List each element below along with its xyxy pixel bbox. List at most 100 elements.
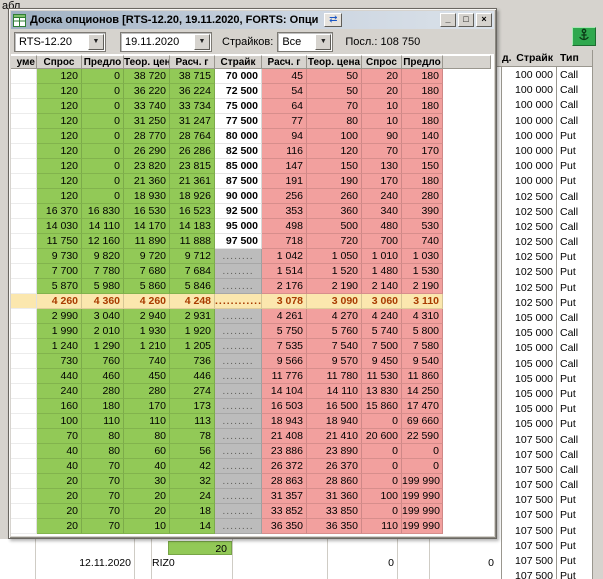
cell-ask[interactable]: 5 980 bbox=[82, 279, 124, 294]
cell-theo-price[interactable]: 450 bbox=[124, 369, 170, 384]
cell-strike[interactable]: 107 500 bbox=[497, 463, 553, 478]
strike-row[interactable]: 107 500 Call bbox=[497, 463, 592, 478]
cell-bid[interactable]: 120 bbox=[37, 129, 82, 144]
cell-strike[interactable]: 100 000 bbox=[497, 68, 553, 83]
cell-calc-price[interactable]: 24 bbox=[170, 489, 215, 504]
cell-calc-price[interactable]: 1 514 bbox=[262, 264, 307, 279]
cell-calc-price[interactable]: 14 bbox=[170, 519, 215, 534]
cell-ask[interactable]: 0 bbox=[82, 159, 124, 174]
cell-ask[interactable]: 140 bbox=[402, 129, 443, 144]
cell-bid[interactable]: 0 bbox=[362, 444, 402, 459]
cell-theo-price[interactable]: 7 680 bbox=[124, 264, 170, 279]
cell-strike[interactable]: 107 500 bbox=[497, 554, 553, 569]
cell-calc-price[interactable]: 31 247 bbox=[170, 114, 215, 129]
cell-option-type[interactable]: Call bbox=[560, 68, 578, 83]
cell-calc-price[interactable]: 45 bbox=[262, 69, 307, 84]
cell-calc-price[interactable]: 173 bbox=[170, 399, 215, 414]
cell-ask[interactable]: 80 bbox=[82, 444, 124, 459]
cell-theo-price[interactable]: 120 bbox=[307, 144, 362, 159]
cell-ask[interactable]: 180 bbox=[402, 69, 443, 84]
cell-calc-price[interactable]: 94 bbox=[262, 129, 307, 144]
cell-name[interactable] bbox=[11, 519, 37, 534]
cell-theo-price[interactable]: 14 170 bbox=[124, 219, 170, 234]
cell-ask[interactable]: 0 bbox=[82, 99, 124, 114]
strike-row[interactable]: 105 000 Put bbox=[497, 372, 592, 387]
cell-ask[interactable]: 9 540 bbox=[402, 354, 443, 369]
cell-calc-price[interactable]: 56 bbox=[170, 444, 215, 459]
cell-ask[interactable]: 7 580 bbox=[402, 339, 443, 354]
option-row[interactable]: 120 0 18 930 18 926 90 000 256 260 240 280 bbox=[11, 189, 491, 204]
cell-calc-price[interactable]: 18 bbox=[170, 504, 215, 519]
cell-strike[interactable]: 97 500 bbox=[215, 234, 262, 249]
cell-strike[interactable]: 107 500 bbox=[497, 433, 553, 448]
cell-theo-price[interactable]: 23 820 bbox=[124, 159, 170, 174]
cell-option-type[interactable]: Put bbox=[560, 174, 576, 189]
cell-option-type[interactable]: Call bbox=[560, 448, 578, 463]
cell-bid[interactable]: 120 bbox=[37, 159, 82, 174]
cell-theo-price[interactable]: 5 860 bbox=[124, 279, 170, 294]
cell-calc-price[interactable]: 18 926 bbox=[170, 189, 215, 204]
cell-theo-price[interactable]: 36 220 bbox=[124, 84, 170, 99]
cell-ask[interactable]: 0 bbox=[82, 144, 124, 159]
strike-row[interactable]: 105 000 Call bbox=[497, 326, 592, 341]
cell-strike[interactable]: 100 000 bbox=[497, 159, 553, 174]
cell-calc-price[interactable]: 353 bbox=[262, 204, 307, 219]
strike-row[interactable]: 105 000 Put bbox=[497, 402, 592, 417]
cell-calc-price[interactable]: 31 357 bbox=[262, 489, 307, 504]
instrument-select[interactable]: RTS-12.20 ▼ bbox=[14, 32, 106, 52]
cell-bid[interactable]: 0 bbox=[362, 459, 402, 474]
cell-theo-price[interactable]: 28 860 bbox=[307, 474, 362, 489]
strike-row[interactable]: 107 500 Call bbox=[497, 448, 592, 463]
cell-bid[interactable]: 120 bbox=[37, 114, 82, 129]
cell-bid[interactable]: 40 bbox=[37, 444, 82, 459]
cell-strike[interactable]: 102 500 bbox=[497, 265, 553, 280]
option-row[interactable]: 240 280 280 274........ 14 104 14 110 13 830 14… bbox=[11, 384, 491, 399]
cell-calc-price[interactable]: 11 776 bbox=[262, 369, 307, 384]
strike-row[interactable]: 102 500 Call bbox=[497, 205, 592, 220]
option-row[interactable]: 5 870 5 980 5 860 5 846........ 2 176 2 190 2 … bbox=[11, 279, 491, 294]
cell-strike[interactable]: 107 500 bbox=[497, 508, 553, 523]
cell-ask[interactable]: 110 bbox=[82, 414, 124, 429]
cell-ask[interactable]: 0 bbox=[82, 129, 124, 144]
cell-theo-price[interactable]: 23 890 bbox=[307, 444, 362, 459]
option-row[interactable]: 120 0 23 820 23 815 85 000 147 150 130 150 bbox=[11, 159, 491, 174]
cell-ask[interactable]: 180 bbox=[402, 99, 443, 114]
cell-name[interactable] bbox=[11, 249, 37, 264]
cell-strike[interactable]: 100 000 bbox=[497, 174, 553, 189]
cell-strike[interactable]: 87 500 bbox=[215, 174, 262, 189]
cell-name[interactable] bbox=[11, 189, 37, 204]
cell-ask[interactable]: 14 250 bbox=[402, 384, 443, 399]
cell-option-type[interactable]: Call bbox=[560, 235, 578, 250]
cell-bid[interactable]: 5 740 bbox=[362, 324, 402, 339]
cell-ask[interactable]: 0 bbox=[82, 69, 124, 84]
cell-ask[interactable]: 1 030 bbox=[402, 249, 443, 264]
cell-name[interactable] bbox=[11, 444, 37, 459]
cell-bid[interactable]: 480 bbox=[362, 219, 402, 234]
cell-name[interactable] bbox=[11, 309, 37, 324]
cell-strike[interactable]: ........ bbox=[215, 414, 262, 429]
cell-calc-price[interactable]: 32 bbox=[170, 474, 215, 489]
cell-calc-price[interactable]: 18 943 bbox=[262, 414, 307, 429]
cell-bid[interactable]: 70 bbox=[362, 144, 402, 159]
cell-bid[interactable]: 10 bbox=[362, 99, 402, 114]
cell-bid[interactable]: 7 500 bbox=[362, 339, 402, 354]
cell-theo-price[interactable]: 18 930 bbox=[124, 189, 170, 204]
cell-name[interactable] bbox=[11, 369, 37, 384]
cell-strike[interactable]: ........ bbox=[215, 504, 262, 519]
option-row[interactable]: 20 70 20 18........ 33 852 33 850 0 199 990 bbox=[11, 504, 491, 519]
cell-calc-price[interactable]: 1 205 bbox=[170, 339, 215, 354]
strike-row[interactable]: 100 000 Put bbox=[497, 174, 592, 189]
cell-strike[interactable]: 102 500 bbox=[497, 281, 553, 296]
cell-ask[interactable]: 7 780 bbox=[82, 264, 124, 279]
option-row[interactable]: 120 0 31 250 31 247 77 500 77 80 10 180 bbox=[11, 114, 491, 129]
cell-name[interactable] bbox=[11, 234, 37, 249]
cell-strike[interactable]: 107 500 bbox=[497, 539, 553, 554]
cell-bid[interactable]: 2 990 bbox=[37, 309, 82, 324]
strike-row[interactable]: 107 500 Put bbox=[497, 508, 592, 523]
cell-ask[interactable]: 760 bbox=[82, 354, 124, 369]
strike-row[interactable]: 100 000 Put bbox=[497, 159, 592, 174]
cell-strike[interactable]: 95 000 bbox=[215, 219, 262, 234]
value-cell[interactable]: 0 bbox=[330, 556, 394, 571]
minimize-button[interactable]: _ bbox=[440, 13, 456, 27]
cell-option-type[interactable]: Put bbox=[560, 265, 576, 280]
